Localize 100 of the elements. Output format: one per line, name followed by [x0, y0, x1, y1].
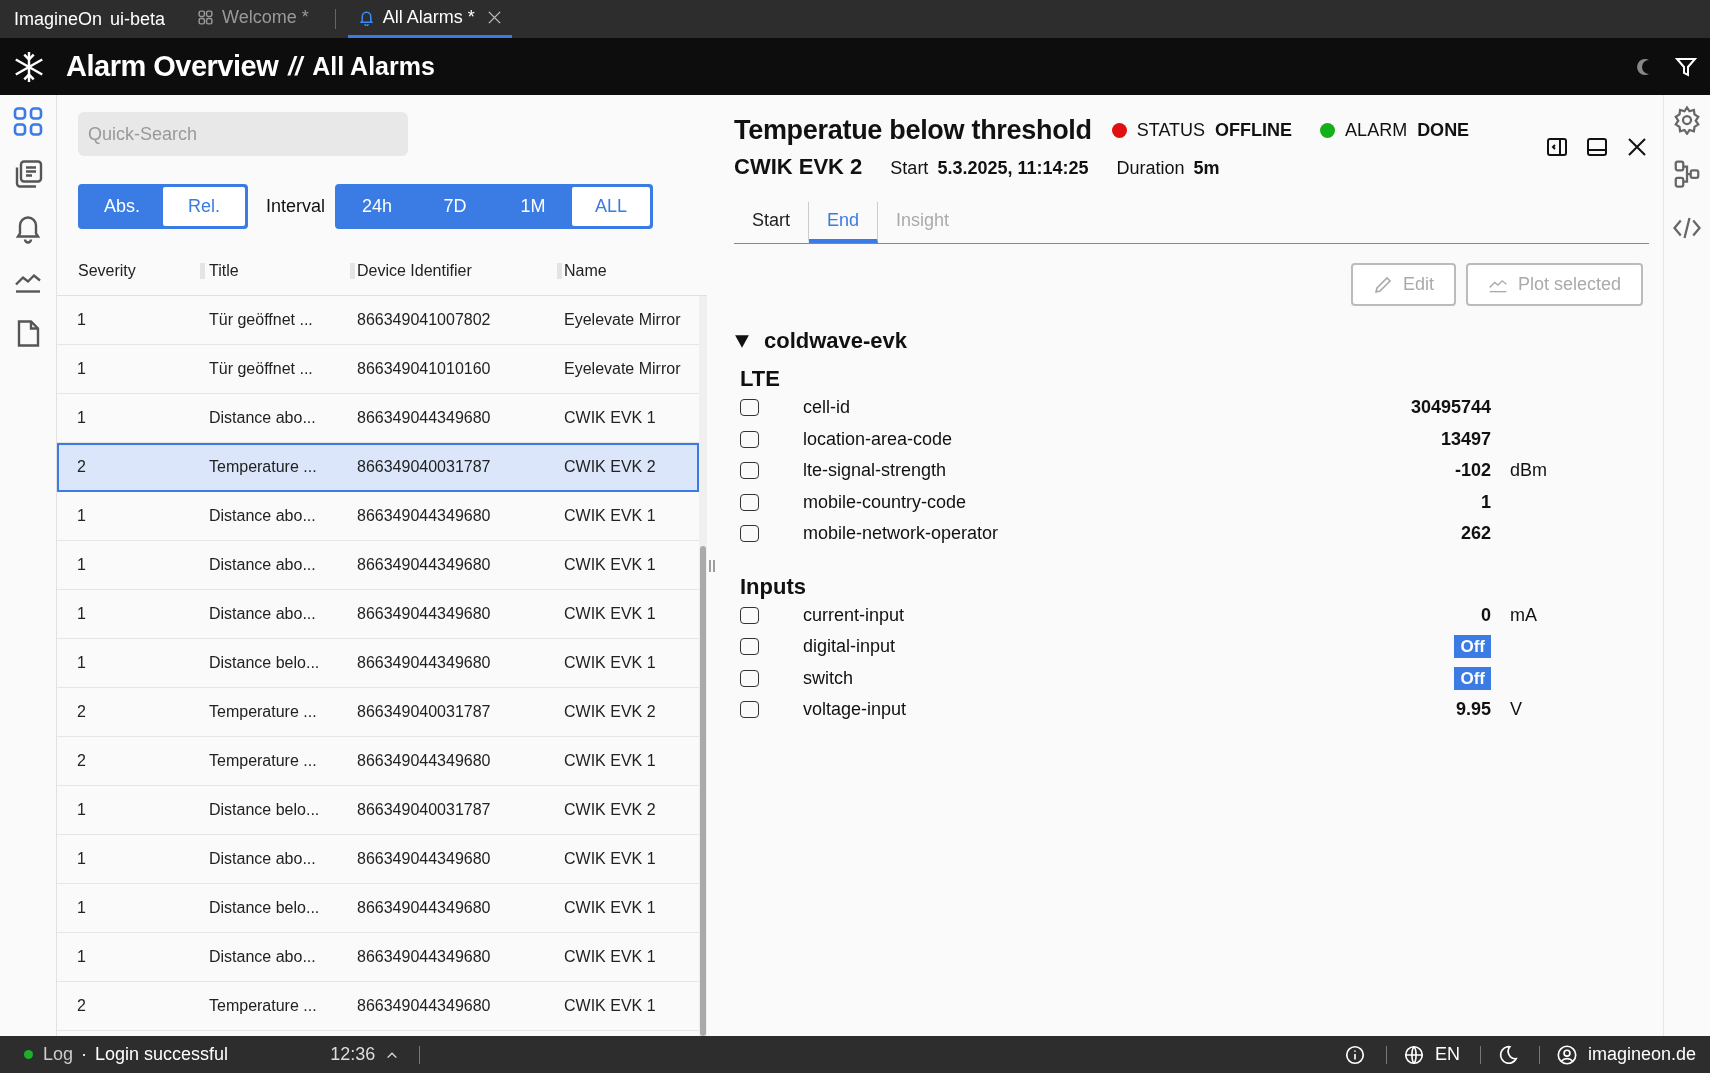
status-label: STATUS: [1136, 120, 1206, 141]
table-cell: CWIK EVK 1: [564, 948, 656, 965]
table-cell: CWIK EVK 2: [564, 703, 656, 720]
table-cell: Tür geöffnet ...: [209, 360, 313, 377]
checkbox[interactable]: [740, 638, 759, 656]
table-cell: 1: [77, 409, 86, 426]
checkbox[interactable]: [740, 669, 759, 687]
interval-option[interactable]: ALL: [572, 187, 651, 226]
signal-unit: mA: [1510, 604, 1537, 625]
detail-tab[interactable]: End: [809, 202, 879, 243]
table-row[interactable]: 1 Distance belo... 866349040031787 CWIK EVK 2: [57, 786, 699, 835]
table-cell: 866349040031787: [357, 801, 491, 818]
table-cell: Tür geöffnet ...: [209, 311, 313, 328]
table-row[interactable]: 1 Distance abo... 866349044349680 CWIK EVK 1: [57, 541, 699, 590]
column-header[interactable]: Name: [564, 262, 607, 280]
column-header[interactable]: Title: [209, 262, 239, 280]
table-row[interactable]: 1 Distance belo... 866349044349680 CWIK EVK 1: [57, 639, 699, 688]
splitter-grip-icon[interactable]: [708, 558, 716, 573]
column-header[interactable]: Severity: [78, 262, 136, 280]
side-panel-icon[interactable]: [1545, 135, 1569, 159]
checkbox[interactable]: [740, 399, 759, 417]
user-name[interactable]: imagineon.de: [1587, 1044, 1696, 1065]
checkbox[interactable]: [740, 606, 759, 624]
nodes-icon[interactable]: [1672, 159, 1702, 189]
scrollbar[interactable]: [700, 546, 706, 1036]
grid-icon: [12, 105, 44, 138]
interval-option[interactable]: 1M: [494, 187, 573, 226]
table-cell: 1: [77, 654, 86, 671]
table-row[interactable]: 2 Temperature ... 866349044349680 CWIK EVK 1: [57, 982, 699, 1031]
state-badge: Off: [1454, 635, 1491, 659]
table-cell: CWIK EVK 2: [564, 458, 656, 475]
checkbox[interactable]: [740, 525, 759, 543]
breadcrumb-separator: //: [288, 52, 303, 81]
page-title: Alarm Overview: [66, 50, 279, 83]
table-row[interactable]: 2 Temperature ... 866349040031787 CWIK EVK 2: [57, 688, 699, 737]
interval-option[interactable]: 7D: [416, 187, 495, 226]
editor-tab[interactable]: Welcome *: [187, 0, 319, 38]
table-row[interactable]: 2 Temperature ... 866349040031787 CWIK EVK 2: [57, 443, 699, 492]
table-cell: CWIK EVK 1: [564, 556, 656, 573]
close-icon[interactable]: [486, 10, 502, 25]
table-cell: Distance abo...: [209, 605, 316, 622]
table-cell: CWIK EVK 1: [564, 997, 656, 1014]
table-cell: Distance belo...: [209, 654, 320, 671]
signal-name: mobile-network-operator: [803, 523, 1000, 545]
mode-option[interactable]: Abs.: [81, 187, 163, 226]
table-row[interactable]: 1 Distance abo... 866349044349680 CWIK EVK 1: [57, 590, 699, 639]
search-field[interactable]: Quick-Search: [78, 112, 408, 156]
log-time: 12:36: [330, 1044, 376, 1065]
caret-icon[interactable]: [734, 333, 750, 349]
table-cell: Distance belo...: [209, 899, 320, 916]
status-value: OFFLINE: [1215, 120, 1293, 141]
table-row[interactable]: 1 Tür geöffnet ... 866349041010160 Eyelevate Mirror: [57, 345, 699, 394]
checkbox[interactable]: [740, 430, 759, 448]
settings-icon[interactable]: [1672, 105, 1702, 135]
table-cell: Distance abo...: [209, 850, 316, 867]
device-node[interactable]: coldwave-evk: [764, 328, 908, 354]
checkbox[interactable]: [740, 701, 759, 719]
signal-value: 13497: [1440, 428, 1491, 449]
start-label: Start: [890, 158, 929, 179]
table-cell: Distance belo...: [209, 801, 320, 818]
table-cell: CWIK EVK 1: [564, 850, 656, 867]
table-cell: CWIK EVK 2: [564, 801, 656, 818]
table-cell: Eyelevate Mirror: [564, 311, 681, 328]
table-cell: 866349044349680: [357, 948, 491, 965]
table-cell: 866349040031787: [357, 703, 491, 720]
signal-value: 1: [1481, 491, 1491, 512]
table-cell: Distance abo...: [209, 409, 316, 426]
table-cell: 1: [77, 850, 86, 867]
table-row[interactable]: 1 Distance abo... 866349044349680 CWIK EVK 1: [57, 933, 699, 982]
language-selector[interactable]: EN: [1434, 1044, 1460, 1065]
signal-value: 262: [1460, 523, 1491, 544]
bottom-panel-icon[interactable]: [1585, 135, 1609, 159]
globe-icon[interactable]: [1402, 1043, 1425, 1066]
table-row[interactable]: 1 Distance abo... 866349044349680 CWIK EVK 1: [57, 835, 699, 884]
table-cell: 2: [77, 703, 86, 720]
signal-name: lte-signal-strength: [803, 460, 948, 482]
column-header[interactable]: Device Identifier: [357, 262, 472, 280]
info-icon[interactable]: [1343, 1043, 1366, 1066]
mode-option[interactable]: Rel.: [163, 187, 245, 226]
pencil-icon: [1372, 274, 1393, 295]
table-cell: Eyelevate Mirror: [564, 360, 681, 377]
checkbox[interactable]: [740, 462, 759, 480]
nav-item[interactable]: [12, 105, 44, 138]
table-cell: 866349040031787: [357, 458, 491, 475]
signal-unit: dBm: [1510, 460, 1547, 481]
log-link[interactable]: Log: [43, 1044, 74, 1065]
status-value: DONE: [1417, 120, 1470, 141]
table-row[interactable]: 1 Tür geöffnet ... 866349041007802 Eyelevate Mirror: [57, 296, 699, 345]
signal-value: 0: [1481, 604, 1491, 625]
interval-option[interactable]: 24h: [338, 187, 417, 226]
checkbox[interactable]: [740, 493, 759, 511]
table-cell: Distance abo...: [209, 556, 316, 573]
start-time: 5.3.2025, 11:14:25: [937, 158, 1089, 179]
table-row[interactable]: 1 Distance abo... 866349044349680 CWIK EVK 1: [57, 492, 699, 541]
table-row[interactable]: 1 Distance belo... 866349044349680 CWIK EVK 1: [57, 884, 699, 933]
table-cell: 866349044349680: [357, 507, 491, 524]
user-icon[interactable]: [1555, 1043, 1578, 1066]
table-row[interactable]: 2 Temperature ... 866349044349680 CWIK EVK 1: [57, 737, 699, 786]
table-cell: Temperature ...: [209, 752, 317, 769]
detail-tab[interactable]: Start: [734, 202, 809, 243]
